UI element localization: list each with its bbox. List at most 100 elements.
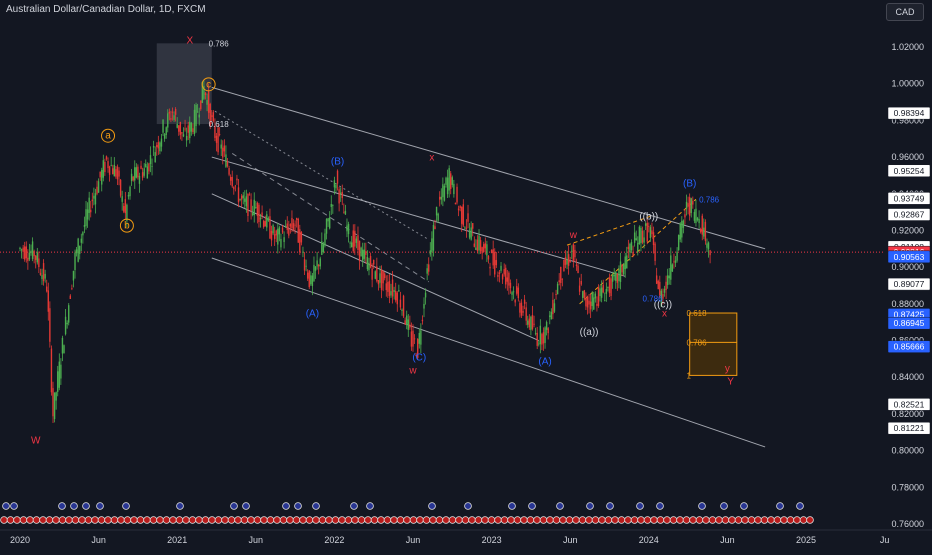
candle-body (652, 232, 655, 246)
candle-body (275, 230, 277, 236)
event-marker (442, 516, 450, 524)
wave-label: c (206, 79, 211, 90)
candle-body (63, 345, 65, 354)
candle-body (365, 251, 367, 255)
candle-body (91, 199, 94, 202)
candle-body (464, 227, 466, 229)
candle-body (278, 227, 281, 235)
event-marker (461, 516, 470, 524)
price-tag-label: 0.98394 (894, 108, 925, 118)
candle-body (57, 371, 59, 392)
candle-body (273, 234, 276, 239)
candle-body (696, 217, 699, 221)
event-marker (318, 516, 327, 524)
candle-body (292, 223, 295, 230)
candle-body (148, 163, 150, 172)
fib-label: 0.618 (687, 309, 708, 318)
event-marker (240, 516, 249, 524)
candle-body (571, 250, 573, 252)
candle-body (671, 264, 674, 272)
candle-body (613, 274, 615, 277)
candle-body (575, 264, 578, 267)
candle-body (157, 142, 160, 149)
x-tick-label: 2022 (324, 535, 344, 545)
candle-body (163, 134, 166, 139)
event-marker (754, 516, 762, 524)
event-marker-upper (2, 502, 10, 510)
candle-body (22, 247, 24, 252)
candle-body (135, 167, 138, 178)
chart-area[interactable]: Wa b Xc (B) (A) x (C) w (A) w ((a)) ((b)) ((c)) x (B) y… (0, 0, 932, 550)
candle-body (380, 269, 383, 290)
candle-body (563, 259, 565, 272)
candle-body (242, 195, 244, 199)
candle-body (102, 160, 105, 178)
candle-body (404, 320, 406, 325)
candle-body (539, 325, 542, 345)
candle-body (657, 280, 659, 290)
candle-body (115, 169, 117, 177)
candle-body (538, 343, 540, 345)
event-marker (344, 516, 353, 524)
event-marker-upper (740, 502, 748, 510)
wave-label: X (186, 35, 193, 46)
event-marker (604, 516, 613, 524)
candle-body (182, 134, 185, 137)
event-marker (260, 516, 268, 524)
price-tag-label: 0.86945 (894, 318, 925, 328)
wave-label: (A) (306, 309, 319, 320)
candle-body (698, 218, 700, 224)
candle-body (283, 237, 285, 243)
candle-body (178, 125, 180, 132)
currency-selector[interactable]: CAD (886, 3, 924, 21)
event-marker (227, 516, 236, 524)
candle-body (39, 272, 42, 276)
fib-label: 0.786 (699, 195, 720, 204)
candle-body (703, 227, 705, 237)
candle-body (346, 225, 348, 232)
candle-body (542, 332, 545, 344)
candle-body (129, 186, 131, 197)
candle-body (215, 135, 218, 143)
event-marker (624, 516, 632, 524)
chart-title: Australian Dollar/Canadian Dollar, 1D, F… (6, 4, 206, 15)
candle-body (522, 310, 524, 313)
candle-body (130, 173, 133, 182)
candle-body (591, 292, 593, 307)
candle-body (699, 228, 702, 233)
candle-body (352, 230, 354, 252)
candle-body (602, 285, 604, 293)
candle-body (108, 166, 111, 175)
wave-label: W (31, 435, 41, 446)
candle-body (509, 282, 512, 289)
event-marker (286, 516, 294, 524)
candle-body (262, 220, 265, 228)
candle-body (376, 266, 378, 282)
candle-body (247, 194, 249, 217)
candle-body (223, 145, 226, 152)
candle-body (424, 292, 427, 298)
candle-body (343, 212, 345, 214)
event-marker-upper (698, 502, 706, 510)
price-chart[interactable]: WabXc(B)(A)x(C)w(A)w((a))((b))((c))x(B)y… (0, 0, 932, 550)
event-marker (253, 516, 262, 524)
candle-body (58, 361, 60, 388)
event-marker (383, 516, 392, 524)
candle-body (94, 193, 97, 205)
candle-body (547, 328, 549, 334)
candle-body (582, 291, 584, 298)
candle-body (564, 257, 567, 265)
candle-body (473, 243, 476, 247)
candle-body (333, 180, 336, 188)
candle-body (366, 257, 369, 270)
event-marker (188, 516, 197, 524)
event-marker (416, 516, 424, 524)
y-tick-label: 0.80000 (891, 446, 924, 456)
candle-body (357, 235, 359, 251)
candle-body (126, 204, 128, 221)
event-marker (65, 516, 73, 524)
event-marker (6, 516, 15, 524)
candle-body (384, 273, 386, 279)
event-marker (721, 516, 730, 524)
candle-body (97, 181, 100, 193)
